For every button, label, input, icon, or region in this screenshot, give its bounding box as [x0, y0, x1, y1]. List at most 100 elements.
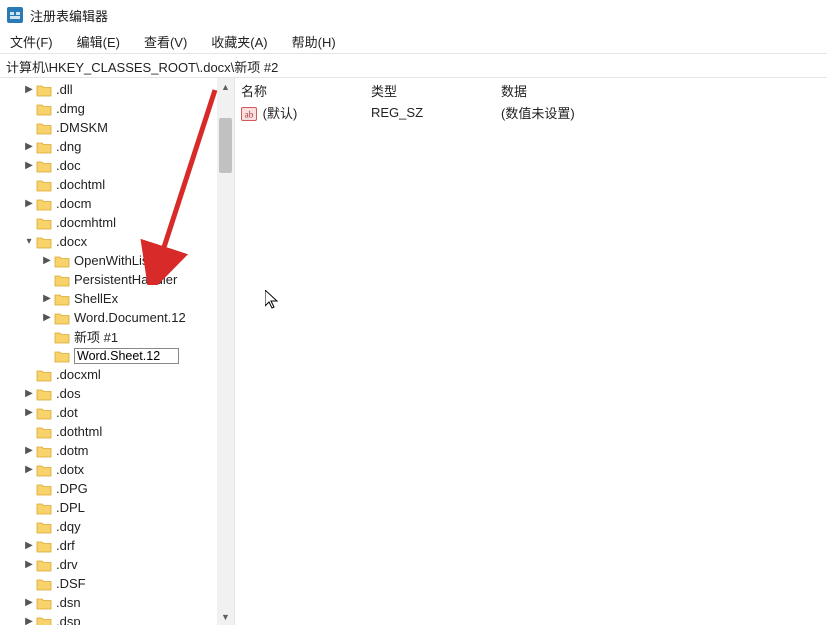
tree-node--1[interactable]: ▶新项 #1 — [0, 327, 234, 346]
tree-node--docmhtml[interactable]: ▶.docmhtml — [0, 213, 234, 232]
folder-icon — [36, 368, 52, 382]
tree-node-word-document-12[interactable]: ▶Word.Document.12 — [0, 308, 234, 327]
tree-node-label: .docmhtml — [56, 215, 116, 230]
tree-node-label: OpenWithList — [74, 253, 152, 268]
menu-favorites[interactable]: 收藏夹(A) — [203, 30, 275, 53]
tree-node--dsn[interactable]: ▶.dsn — [0, 593, 234, 612]
tree-node-openwithlist[interactable]: ▶ OpenWithList — [0, 251, 234, 270]
folder-icon — [54, 292, 70, 306]
tree-node-label: .dothtml — [56, 424, 102, 439]
tree-node-label: .docx — [56, 234, 87, 249]
tree-node-label: .DSF — [56, 576, 86, 591]
tree-node--dotx[interactable]: ▶ .dotx — [0, 460, 234, 479]
tree-node-label: .doc — [56, 158, 81, 173]
value-name-cell: (默认) — [241, 103, 371, 122]
tree-node--dqy[interactable]: ▶.dqy — [0, 517, 234, 536]
folder-icon — [36, 596, 52, 610]
tree-node-label: .dos — [56, 386, 81, 401]
app-icon — [6, 6, 24, 24]
tree-node--dmskm[interactable]: ▶.DMSKM — [0, 118, 234, 137]
tree-node--dsp[interactable]: ▶.dsp — [0, 612, 234, 625]
expand-icon[interactable]: ▶ — [22, 84, 36, 95]
col-data[interactable]: 数据 — [501, 81, 827, 100]
tree-node-shellex[interactable]: ▶ ShellEx — [0, 289, 234, 308]
folder-icon — [36, 444, 52, 458]
menu-help[interactable]: 帮助(H) — [284, 30, 344, 53]
expand-icon[interactable]: ▶ — [22, 597, 36, 608]
folder-icon — [36, 235, 52, 249]
folder-icon — [54, 330, 70, 344]
folder-icon — [36, 558, 52, 572]
menu-file[interactable]: 文件(F) — [2, 30, 61, 53]
expand-icon[interactable]: ▶ — [22, 388, 36, 399]
expand-icon[interactable]: ▶ — [22, 198, 36, 209]
list-row[interactable]: (默认) REG_SZ (数值未设置) — [235, 102, 827, 122]
scroll-up-icon[interactable]: ▲ — [217, 78, 234, 95]
tree-node-label: .dochtml — [56, 177, 105, 192]
tree-node-label: .dotx — [56, 462, 84, 477]
tree-node-label: .drf — [56, 538, 75, 553]
tree-node-label: .DPL — [56, 500, 85, 515]
tree-node--dsf[interactable]: ▶.DSF — [0, 574, 234, 593]
tree-node-label: .docxml — [56, 367, 101, 382]
tree-scrollbar[interactable]: ▲ ▼ — [217, 78, 234, 625]
expand-icon[interactable]: ▶ — [22, 445, 36, 456]
expand-icon[interactable]: ▶ — [22, 559, 36, 570]
tree-node-label: .DPG — [56, 481, 88, 496]
address-bar[interactable]: 计算机\HKEY_CLASSES_ROOT\.docx\新项 #2 — [0, 54, 827, 78]
tree-node-label: 新项 #1 — [74, 327, 118, 346]
cursor-icon — [265, 290, 279, 313]
expand-icon[interactable]: ▶ — [22, 160, 36, 171]
tree-node--docxml[interactable]: ▶.docxml — [0, 365, 234, 384]
collapse-icon[interactable]: ▾ — [22, 236, 36, 247]
col-name[interactable]: 名称 — [241, 81, 371, 100]
tree-node-label: PersistentHandler — [74, 272, 177, 287]
tree-node-persistenthandler[interactable]: ▶PersistentHandler — [0, 270, 234, 289]
expand-icon[interactable]: ▶ — [22, 464, 36, 475]
expand-icon[interactable]: ▶ — [22, 407, 36, 418]
tree-node-label: .docm — [56, 196, 91, 211]
tree-node--docm[interactable]: ▶ .docm — [0, 194, 234, 213]
expand-icon[interactable]: ▶ — [22, 616, 36, 625]
tree-node-label: .dmg — [56, 101, 85, 116]
tree-node--dmg[interactable]: ▶.dmg — [0, 99, 234, 118]
window-title: 注册表编辑器 — [30, 6, 108, 25]
tree-node-word-sheet-12[interactable]: ▶ — [0, 346, 234, 365]
tree-node--doc[interactable]: ▶ .doc — [0, 156, 234, 175]
tree-node--dll[interactable]: ▶.dll — [0, 80, 234, 99]
expand-icon[interactable]: ▶ — [22, 141, 36, 152]
registry-tree[interactable]: ▶.dll▶.dmg▶.DMSKM▶.dng▶.doc▶.dochtml▶.do… — [0, 78, 234, 625]
tree-node--dpl[interactable]: ▶.DPL — [0, 498, 234, 517]
tree-node--docx[interactable]: ▾ .docx — [0, 232, 234, 251]
tree-node--dos[interactable]: ▶ .dos — [0, 384, 234, 403]
folder-icon — [36, 102, 52, 116]
tree-node-label: .dng — [56, 139, 81, 154]
expand-icon[interactable]: ▶ — [22, 540, 36, 551]
rename-input[interactable] — [74, 348, 179, 364]
tree-node-label: ShellEx — [74, 291, 118, 306]
folder-icon — [36, 197, 52, 211]
tree-node--dothtml[interactable]: ▶.dothtml — [0, 422, 234, 441]
folder-icon — [36, 482, 52, 496]
expand-icon[interactable]: ▶ — [40, 255, 54, 266]
expand-icon[interactable]: ▶ — [40, 312, 54, 323]
tree-node--dpg[interactable]: ▶.DPG — [0, 479, 234, 498]
tree-node--drv[interactable]: ▶.drv — [0, 555, 234, 574]
menu-view[interactable]: 查看(V) — [136, 30, 195, 53]
tree-node--dot[interactable]: ▶.dot — [0, 403, 234, 422]
expand-icon[interactable]: ▶ — [40, 293, 54, 304]
tree-node--dng[interactable]: ▶ .dng — [0, 137, 234, 156]
tree-node--drf[interactable]: ▶ .drf — [0, 536, 234, 555]
tree-node--dochtml[interactable]: ▶.dochtml — [0, 175, 234, 194]
title-bar: 注册表编辑器 — [0, 0, 827, 30]
folder-icon — [36, 577, 52, 591]
folder-icon — [36, 216, 52, 230]
scroll-thumb[interactable] — [219, 118, 232, 173]
col-type[interactable]: 类型 — [371, 81, 501, 100]
scroll-down-icon[interactable]: ▼ — [217, 608, 234, 625]
tree-node--dotm[interactable]: ▶.dotm — [0, 441, 234, 460]
folder-icon — [36, 178, 52, 192]
folder-icon — [54, 273, 70, 287]
value-data: (数值未设置) — [501, 103, 827, 122]
menu-edit[interactable]: 编辑(E) — [69, 30, 128, 53]
